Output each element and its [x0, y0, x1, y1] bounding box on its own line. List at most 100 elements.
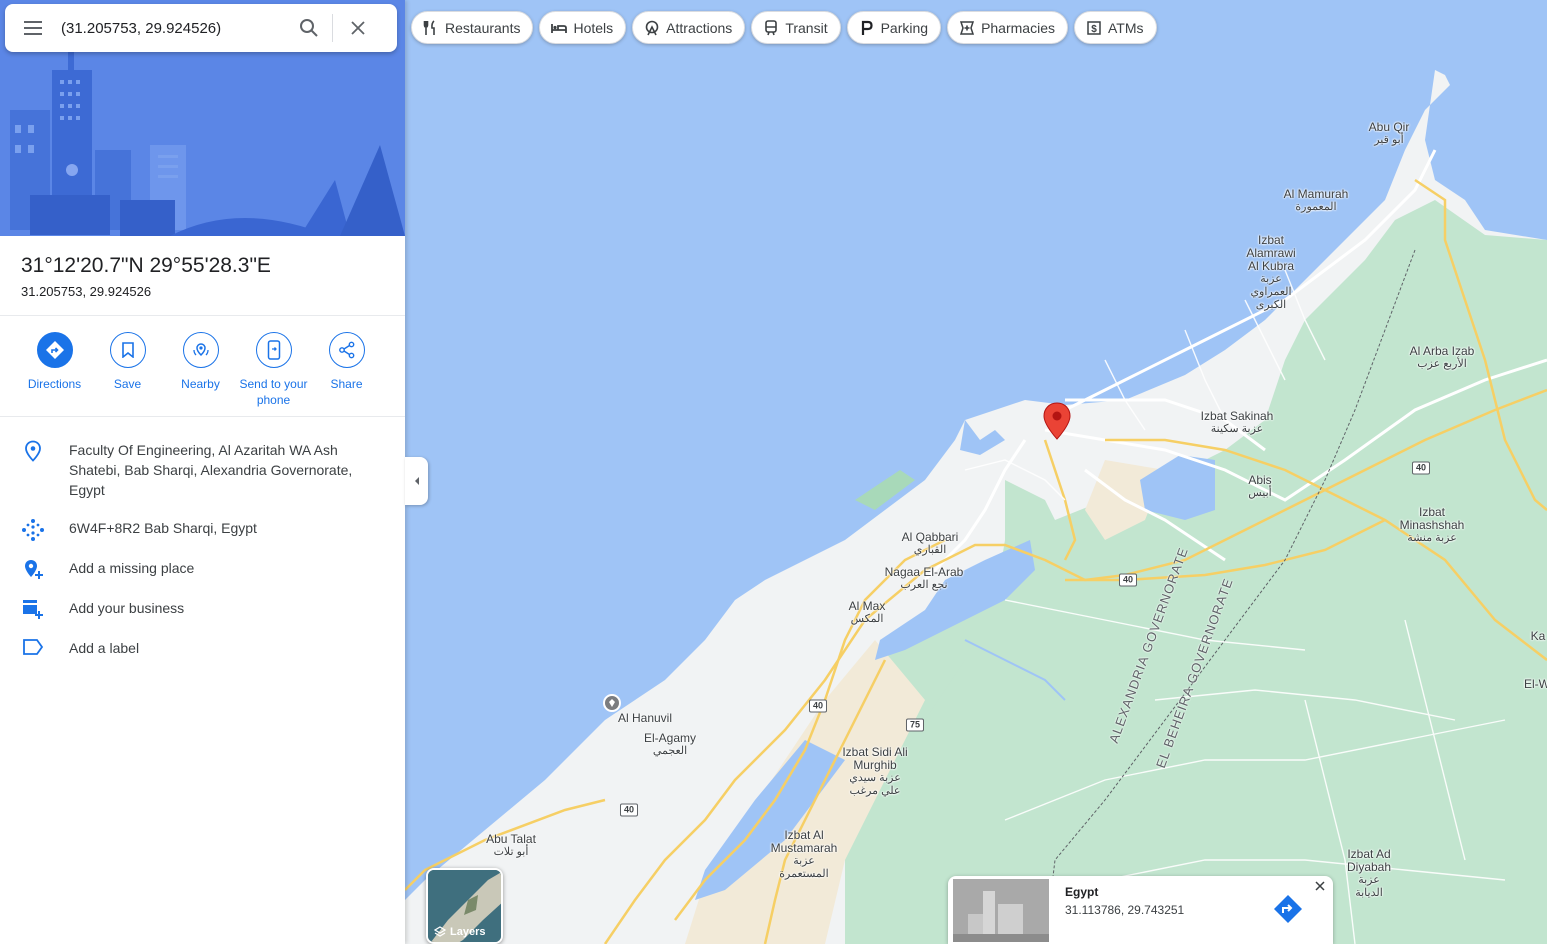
share-button-circle	[328, 332, 365, 368]
layers-icon	[434, 926, 446, 937]
chip-transit[interactable]: Transit	[751, 11, 841, 44]
place-label-al-max[interactable]: Al Max المكس	[849, 600, 886, 626]
search-icon	[300, 19, 318, 37]
place-label-ka[interactable]: Ka	[1531, 630, 1546, 643]
address-row[interactable]: Faculty Of Engineering, Al Azaritah WA A…	[0, 440, 405, 500]
search-button[interactable]	[286, 4, 332, 52]
bookmark-icon	[121, 342, 134, 358]
plus-code-text: 6W4F+8R2 Bab Sharqi, Egypt	[69, 520, 257, 536]
place-label-abis[interactable]: Abis أبيس	[1248, 474, 1271, 500]
chip-hotels[interactable]: Hotels	[539, 11, 627, 44]
hamburger-menu-icon	[24, 21, 42, 35]
collapse-panel-button[interactable]	[405, 457, 428, 505]
place-label-izbat-sakinah[interactable]: Izbat Sakinah عزبة سكينة	[1201, 410, 1274, 436]
send-to-phone-button-circle	[255, 332, 292, 368]
send-to-phone-icon	[267, 340, 280, 360]
search-input[interactable]	[61, 19, 286, 37]
place-panel: 31°12'20.7"N 29°55'28.3"E 31.205753, 29.…	[0, 0, 405, 944]
divider	[0, 416, 405, 417]
atm-icon: $	[1087, 20, 1101, 35]
nearby-button-circle	[182, 332, 219, 368]
chip-attractions[interactable]: Attractions	[632, 11, 746, 44]
place-label-izbat-sidi[interactable]: Izbat Sidi Ali Murghib عزبة سيدي علي مرغب	[842, 746, 908, 798]
place-label-al-arba-izab[interactable]: Al Arba Izab الأربع عزب	[1410, 345, 1475, 371]
action-buttons: Directions Save Nearby Send to your phon…	[0, 332, 405, 408]
chip-label: Transit	[785, 19, 828, 36]
layers-button[interactable]: Layers	[426, 868, 503, 944]
nearby-icon	[192, 343, 209, 357]
search-box	[5, 4, 397, 52]
share-button[interactable]: Share	[310, 332, 383, 408]
location-pin-icon[interactable]	[1043, 402, 1071, 440]
chip-parking[interactable]: Parking	[846, 11, 942, 44]
menu-button[interactable]	[5, 4, 61, 52]
parking-icon	[861, 20, 873, 35]
map-canvas[interactable]: Abu Qir أبو قير Al Mamurah المعمورة Izbat …	[405, 0, 1547, 944]
chip-restaurants[interactable]: Restaurants	[411, 11, 534, 44]
place-label-izbat-minashshah[interactable]: Izbat Minashshah عزبة منشة	[1397, 506, 1467, 545]
directions-icon[interactable]	[1273, 894, 1303, 924]
directions-button[interactable]: Directions	[18, 332, 91, 408]
category-chips: Restaurants Hotels Attractions Transit P…	[411, 11, 1157, 44]
chip-pharmacies[interactable]: Pharmacies	[947, 11, 1068, 44]
svg-text:$: $	[1091, 24, 1097, 35]
road-shield-40: 40	[1118, 573, 1138, 587]
save-button-circle	[109, 332, 146, 368]
place-label-al-qabbari[interactable]: Al Qabbari القباري	[902, 531, 959, 557]
address-text: Faculty Of Engineering, Al Azaritah WA A…	[69, 442, 353, 498]
chip-label: Attractions	[666, 19, 733, 36]
hotel-icon	[551, 23, 568, 33]
chip-atms[interactable]: $ ATMs	[1073, 11, 1157, 44]
add-label-text: Add a label	[69, 640, 140, 656]
location-preview-card[interactable]: Egypt 31.113786, 29.743251	[948, 876, 1333, 944]
directions-icon	[45, 341, 64, 359]
chip-label: Hotels	[573, 19, 614, 36]
place-title: 31°12'20.7"N 29°55'28.3"E	[21, 254, 271, 277]
save-label: Save	[113, 377, 142, 391]
plus-code-row[interactable]: 6W4F+8R2 Bab Sharqi, Egypt	[0, 518, 405, 542]
layers-label-group: Layers	[434, 926, 485, 938]
place-label-el-agamy[interactable]: El-Agamy العجمي	[644, 732, 696, 758]
street-view-thumbnail[interactable]	[953, 879, 1049, 942]
close-icon[interactable]	[1313, 879, 1327, 893]
add-business-text: Add your business	[69, 600, 185, 616]
pharmacy-icon	[960, 20, 975, 35]
place-label-al-mamurah[interactable]: Al Mamurah المعمورة	[1284, 188, 1349, 214]
road-shield-40: 40	[619, 803, 639, 817]
road-shield-40: 40	[808, 699, 828, 713]
send-to-phone-label: Send to your phone	[239, 377, 308, 407]
place-coordinates: 31.205753, 29.924526	[21, 284, 152, 299]
place-label-el-w[interactable]: El-W	[1524, 678, 1547, 691]
restaurant-icon	[423, 19, 435, 35]
place-label-abu-qir[interactable]: Abu Qir أبو قير	[1369, 121, 1410, 147]
poi-marker-al-hanuvil[interactable]	[603, 694, 621, 712]
chevron-left-icon	[414, 477, 419, 485]
save-button[interactable]: Save	[91, 332, 164, 408]
add-missing-place-row[interactable]: Add a missing place	[0, 558, 405, 580]
transit-icon	[765, 19, 778, 35]
add-business-icon	[22, 600, 43, 619]
layers-label: Layers	[450, 926, 486, 938]
nearby-label: Nearby	[181, 377, 220, 391]
attraction-icon	[645, 20, 659, 35]
place-label-nagaa-el-arab[interactable]: Nagaa El-Arab نجع العرب	[885, 566, 964, 592]
place-label-al-hanuvil[interactable]: Al Hanuvil	[618, 712, 672, 725]
send-to-phone-button[interactable]: Send to your phone	[237, 332, 310, 408]
place-label-abu-talat[interactable]: Abu Talat أبو تلات	[486, 833, 536, 859]
share-icon	[338, 341, 354, 359]
card-title: Egypt	[1065, 885, 1099, 899]
add-label-row[interactable]: Add a label	[0, 638, 405, 658]
label-icon	[22, 639, 43, 655]
place-label-izbat-al-mustamarah[interactable]: Izbat Al Mustamarah عزبة المستعمرة	[769, 829, 839, 881]
add-business-row[interactable]: Add your business	[0, 598, 405, 620]
place-label-izbat-ad-diyabah[interactable]: Izbat Ad Diyabah عزبة الديابة	[1344, 848, 1394, 900]
place-label-izbat-alamrawi[interactable]: Izbat Alamrawi Al Kubra عزبة العمراوي الك…	[1240, 234, 1302, 312]
chip-label: Pharmacies	[981, 19, 1055, 36]
building-thumbnail-image	[953, 879, 1049, 942]
location-pin-outline-icon	[24, 440, 41, 462]
nearby-button[interactable]: Nearby	[164, 332, 237, 408]
clear-search-button[interactable]	[333, 4, 383, 52]
divider	[0, 315, 405, 316]
chip-label: ATMs	[1107, 19, 1144, 36]
landmark-icon	[609, 699, 615, 707]
